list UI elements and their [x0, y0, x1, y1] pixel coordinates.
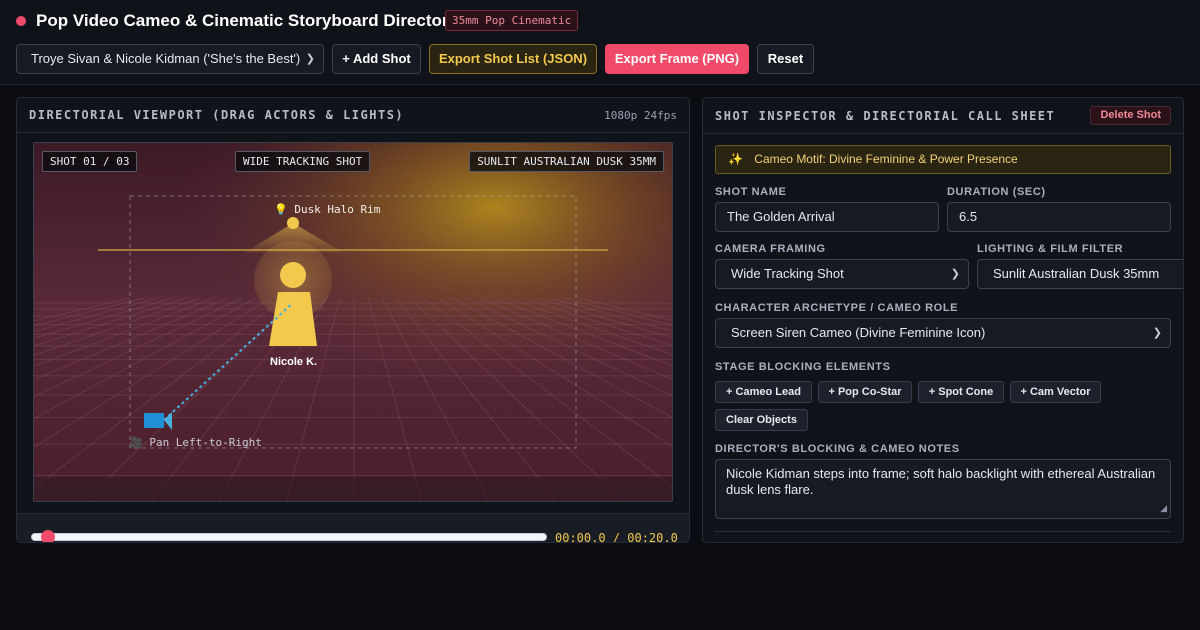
chevron-down-icon: ❯: [1152, 327, 1162, 339]
duration-input[interactable]: 6.5: [947, 202, 1171, 232]
directors-notes-textarea[interactable]: Nicole Kidman steps into frame; soft hal…: [715, 459, 1171, 519]
timeline-bar: 00:00.0 / 00:20.0: [17, 513, 689, 543]
inspector-title: SHOT INSPECTOR & DIRECTORIAL CALL SHEET: [715, 109, 1056, 123]
delete-shot-button[interactable]: Delete Shot: [1090, 106, 1171, 125]
chevron-down-icon: ❯: [305, 53, 315, 65]
reset-button[interactable]: Reset: [757, 44, 814, 74]
shot-counter-tag: SHOT 01 / 03: [42, 151, 138, 172]
lighting-filter-select[interactable]: Sunlit Australian Dusk 35mm: [977, 259, 1183, 289]
export-shot-list-button[interactable]: Export Shot List (JSON): [429, 44, 597, 74]
resize-handle-icon[interactable]: ◢: [1160, 500, 1167, 516]
motif-text: Cameo Motif: Divine Feminine & Power Pre…: [754, 152, 1018, 166]
framing-tag: WIDE TRACKING SHOT: [235, 151, 371, 172]
directors-notes-label: DIRECTOR'S BLOCKING & CAMEO NOTES: [715, 443, 960, 455]
preset-select[interactable]: Troye Sivan & Nicole Kidman ('She's the …: [16, 44, 324, 74]
lighting-tag: SUNLIT AUSTRALIAN DUSK 35MM: [469, 151, 664, 172]
camera-framing-value: Wide Tracking Shot: [731, 266, 844, 281]
camera-framing-label: CAMERA FRAMING: [715, 243, 826, 255]
duration-label: DURATION (SEC): [947, 186, 1046, 198]
archetype-label: CHARACTER ARCHETYPE / CAMEO ROLE: [715, 302, 959, 314]
camera-move-label: 🎥 Pan Left-to-Right: [129, 436, 262, 449]
archetype-select[interactable]: Screen Siren Cameo (Divine Feminine Icon…: [715, 318, 1171, 348]
add-pop-costar-button[interactable]: + Pop Co-Star: [818, 381, 912, 403]
preset-select-value: Troye Sivan & Nicole Kidman ('She's the …: [31, 51, 301, 66]
add-spot-cone-button[interactable]: + Spot Cone: [918, 381, 1004, 403]
export-frame-button[interactable]: Export Frame (PNG): [605, 44, 749, 74]
lighting-filter-label: LIGHTING & FILM FILTER: [977, 243, 1124, 255]
sparkle-icon: ✨: [728, 152, 743, 166]
stage-canvas[interactable]: SHOT 01 / 03 WIDE TRACKING SHOT SUNLIT A…: [33, 142, 673, 502]
light-label: 💡 Dusk Halo Rim: [274, 203, 381, 216]
status-dot-icon: [16, 16, 26, 26]
actor-label: Nicole K.: [270, 356, 318, 368]
directorial-viewport-panel: DIRECTORIAL VIEWPORT (DRAG ACTORS & LIGH…: [16, 97, 690, 543]
playhead-handle[interactable]: [41, 530, 55, 542]
archetype-value: Screen Siren Cameo (Divine Feminine Icon…: [731, 325, 986, 340]
shot-name-input[interactable]: The Golden Arrival: [715, 202, 939, 232]
shot-inspector-panel: SHOT INSPECTOR & DIRECTORIAL CALL SHEET …: [702, 97, 1184, 543]
clear-objects-button[interactable]: Clear Objects: [715, 409, 808, 431]
chevron-down-icon: ❯: [950, 268, 960, 280]
timeline-scrubber[interactable]: [31, 533, 547, 541]
motif-banner: ✨ Cameo Motif: Divine Feminine & Power P…: [715, 145, 1171, 174]
viewport-title: DIRECTORIAL VIEWPORT (DRAG ACTORS & LIGH…: [29, 108, 405, 122]
viewport-header: DIRECTORIAL VIEWPORT (DRAG ACTORS & LIGH…: [17, 98, 689, 133]
divider: [715, 531, 1171, 532]
camera-framing-select[interactable]: Wide Tracking Shot ❯: [715, 259, 969, 289]
style-badge: 35mm Pop Cinematic: [445, 10, 579, 31]
light-source-icon[interactable]: [287, 217, 299, 229]
inspector-header: SHOT INSPECTOR & DIRECTORIAL CALL SHEET …: [703, 98, 1183, 134]
add-shot-button[interactable]: + Add Shot: [332, 44, 421, 74]
actor-head[interactable]: [280, 262, 306, 288]
letterbox-bar: [34, 477, 672, 501]
timecode: 00:00.0 / 00:20.0: [555, 531, 678, 543]
add-cameo-lead-button[interactable]: + Cameo Lead: [715, 381, 812, 403]
add-cam-vector-button[interactable]: + Cam Vector: [1010, 381, 1101, 403]
directors-notes-text: Nicole Kidman steps into frame; soft hal…: [726, 466, 1156, 497]
viewport-spec: 1080p 24fps: [604, 109, 677, 122]
stage-blocking-label: STAGE BLOCKING ELEMENTS: [715, 361, 891, 373]
app-header: Pop Video Cameo & Cinematic Storyboard D…: [0, 0, 1200, 85]
app-title: Pop Video Cameo & Cinematic Storyboard D…: [36, 11, 449, 30]
shot-name-label: SHOT NAME: [715, 186, 787, 198]
